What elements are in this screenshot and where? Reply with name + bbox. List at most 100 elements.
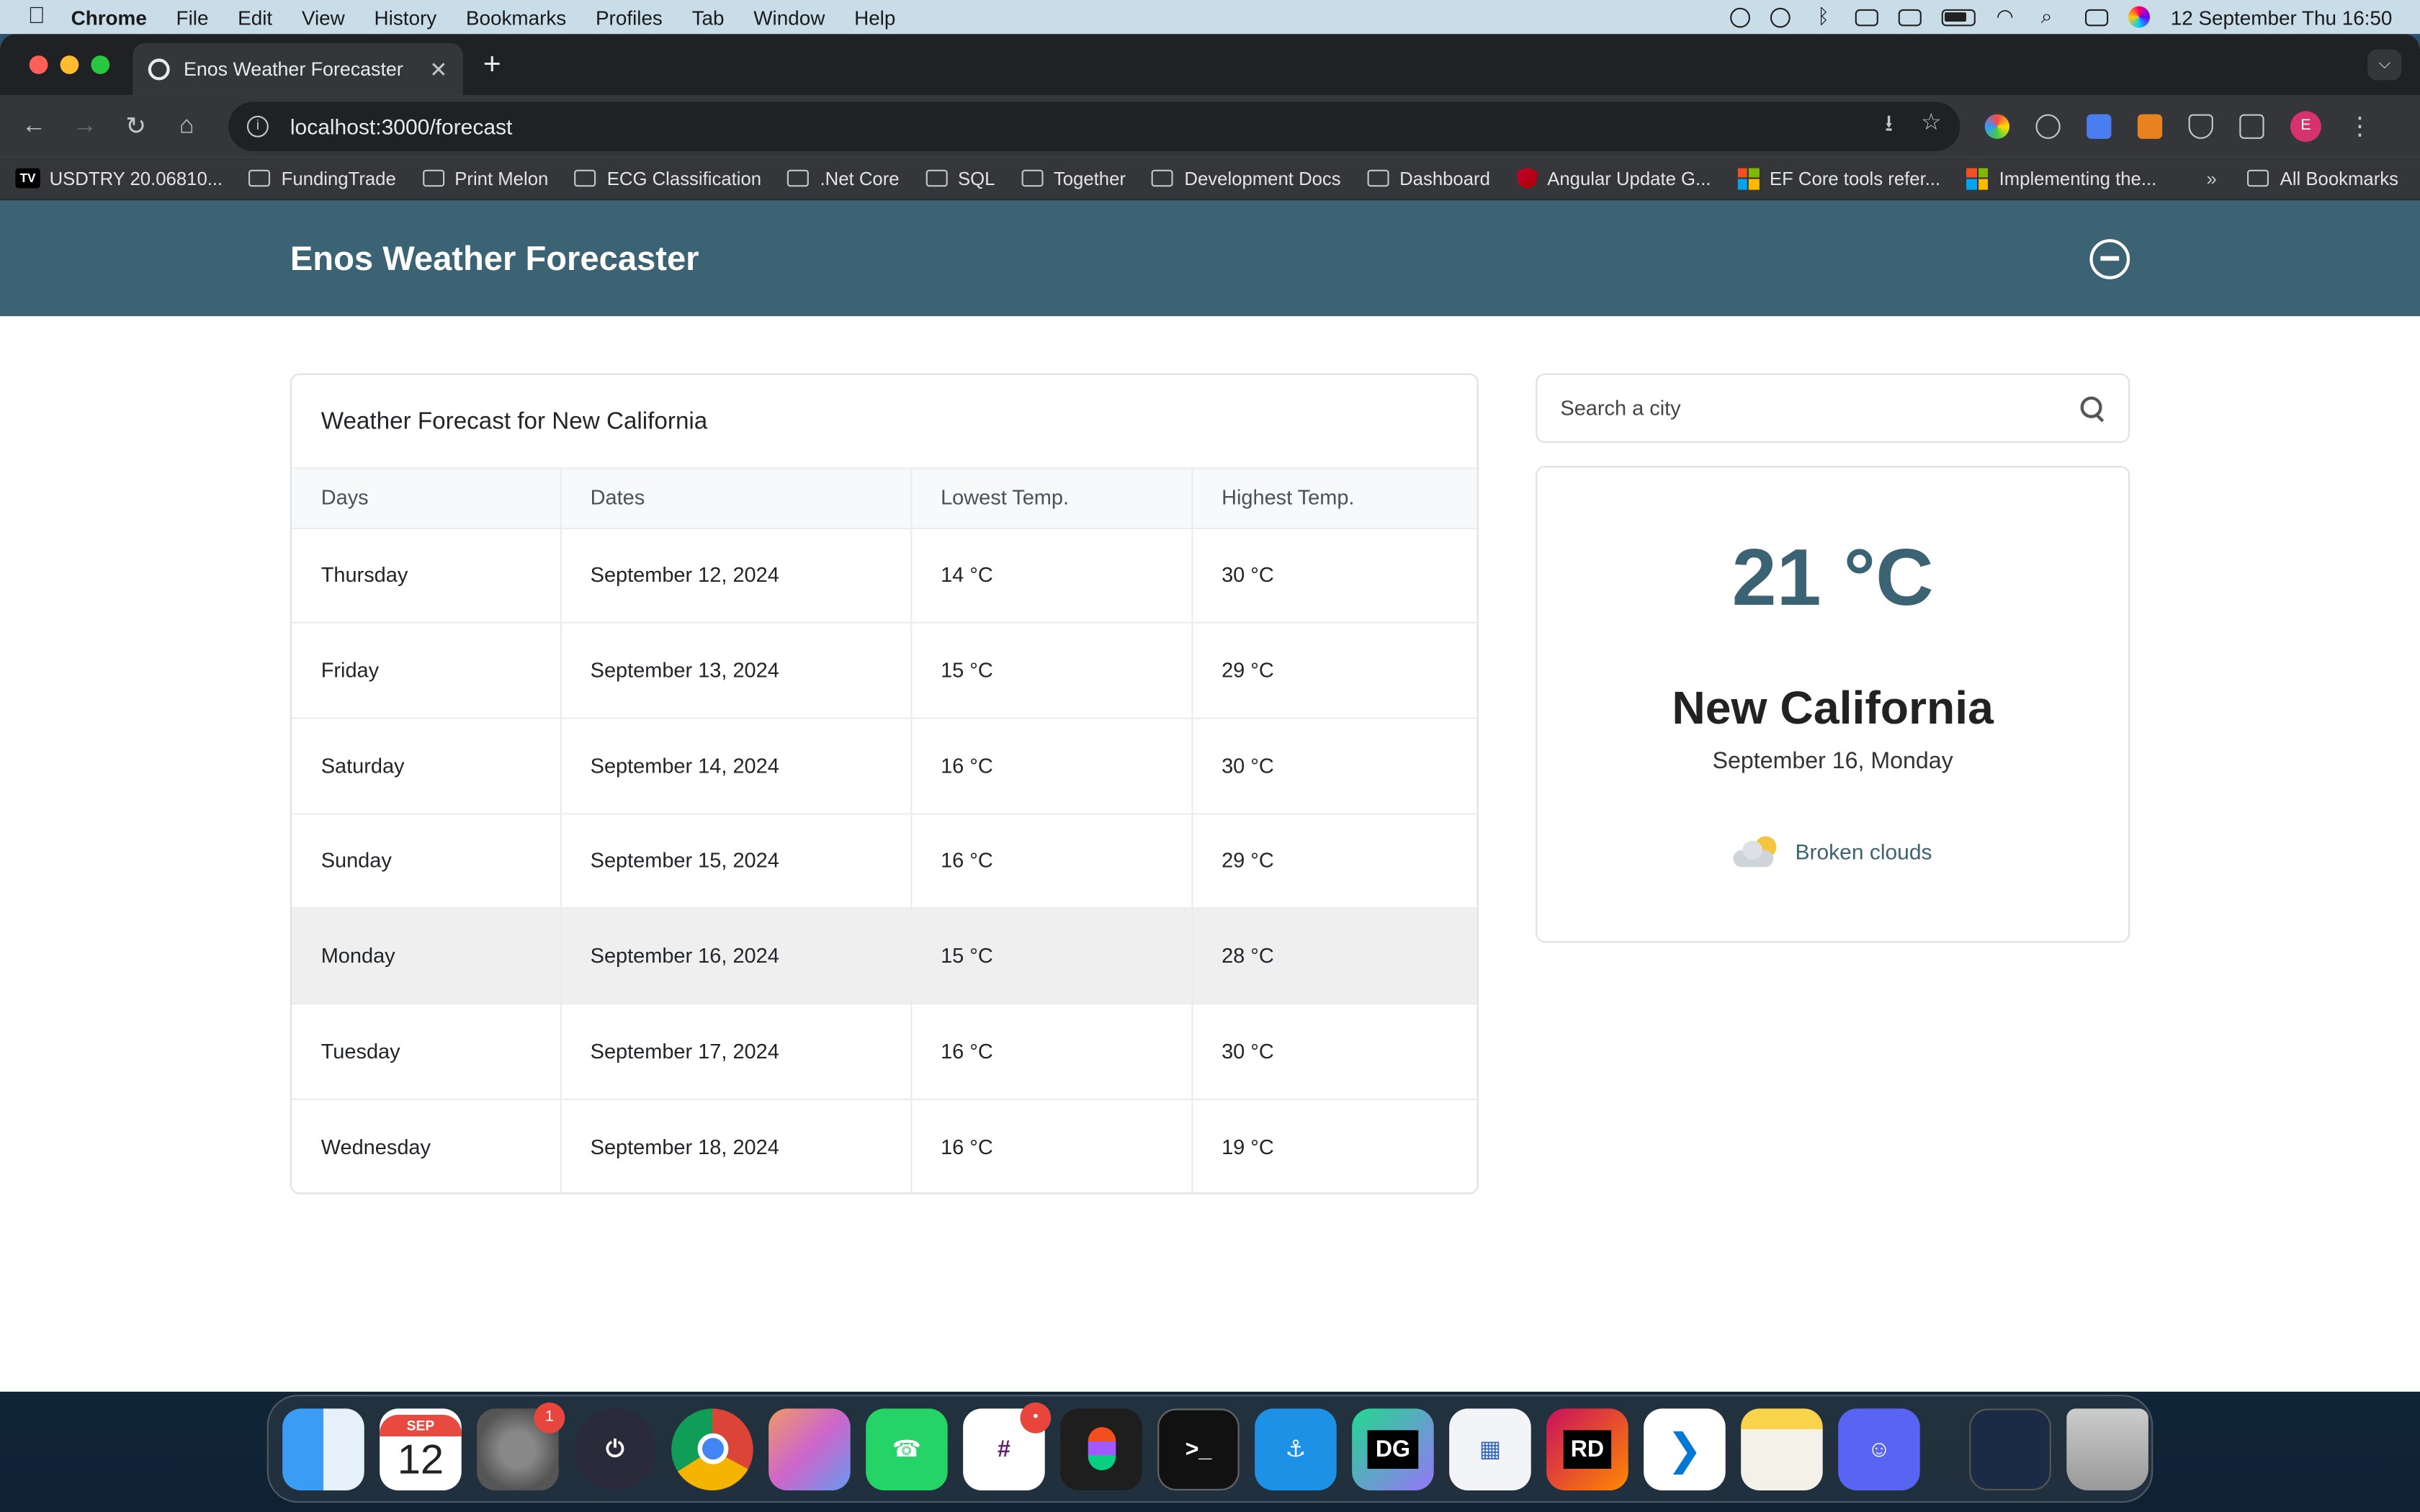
bookmark-folder[interactable]: SQL bbox=[926, 168, 995, 189]
color-picker-extension-icon[interactable] bbox=[1984, 114, 2009, 139]
back-arrow-icon[interactable]: ← bbox=[15, 112, 52, 140]
vscode-icon[interactable]: ❯ bbox=[1644, 1408, 1726, 1490]
power-status-icon[interactable] bbox=[1770, 6, 1791, 27]
address-bar[interactable]: i localhost:3000/forecast ⭳ ☆ bbox=[228, 102, 1960, 151]
minimize-window-button[interactable] bbox=[60, 55, 79, 74]
bookmark-label: ECG Classification bbox=[606, 167, 762, 189]
siri-icon[interactable] bbox=[2128, 6, 2151, 28]
menu-profiles[interactable]: Profiles bbox=[596, 6, 663, 29]
menu-edit[interactable]: Edit bbox=[238, 6, 272, 29]
keyboard-status-icon[interactable] bbox=[1855, 8, 1879, 26]
chrome-menu-icon[interactable]: ⋮ bbox=[2347, 111, 2372, 142]
menu-tab[interactable]: Tab bbox=[692, 6, 725, 29]
tab-close-icon[interactable]: ✕ bbox=[429, 56, 447, 82]
bookmark-item[interactable]: Implementing the... bbox=[1966, 167, 2156, 189]
table-row[interactable]: Wednesday September 18, 2024 16 °C 19 °C bbox=[292, 1098, 1477, 1193]
browser-tab-active[interactable]: Enos Weather Forecaster ✕ bbox=[133, 43, 463, 96]
search-input[interactable] bbox=[1560, 396, 2081, 420]
bookmark-star-icon[interactable]: ☆ bbox=[1921, 107, 1942, 146]
slack-icon[interactable]: # • bbox=[963, 1401, 1052, 1490]
enos-logo-icon[interactable] bbox=[2089, 238, 2130, 279]
bookmark-item[interactable]: EF Core tools refer... bbox=[1736, 167, 1940, 189]
shield-extension-icon[interactable] bbox=[2188, 114, 2213, 139]
launchpad-icon[interactable] bbox=[768, 1408, 851, 1490]
new-tab-button[interactable]: + bbox=[483, 48, 501, 83]
recent-window-thumbnail[interactable] bbox=[1969, 1408, 2051, 1490]
terminal-icon[interactable]: >_ bbox=[1157, 1408, 1240, 1490]
menu-app-name[interactable]: Chrome bbox=[71, 6, 147, 29]
rider-icon[interactable]: RD bbox=[1546, 1408, 1628, 1490]
whatsapp-icon[interactable]: ☎ bbox=[866, 1408, 948, 1490]
battery-icon[interactable] bbox=[1942, 8, 1976, 26]
tab-search-chevron-icon[interactable]: ⌵ bbox=[2367, 49, 2402, 81]
close-window-button[interactable] bbox=[29, 55, 48, 74]
spotlight-search-icon[interactable]: ⌕ bbox=[2041, 6, 2066, 28]
table-row[interactable]: Sunday September 15, 2024 16 °C 29 °C bbox=[292, 813, 1477, 909]
install-app-icon[interactable]: ⭳ bbox=[1885, 107, 1893, 146]
table-row[interactable]: Tuesday September 17, 2024 16 °C 30 °C bbox=[292, 1003, 1477, 1100]
bookmark-folder[interactable]: Development Docs bbox=[1152, 168, 1341, 189]
table-row[interactable]: Monday September 16, 2024 15 °C 28 °C bbox=[292, 908, 1477, 1004]
screen-mirror-icon[interactable] bbox=[1899, 8, 1922, 26]
menu-bookmarks[interactable]: Bookmarks bbox=[466, 6, 566, 29]
wifi-icon[interactable]: ◠ bbox=[1996, 6, 2021, 28]
system-settings-icon[interactable]: 1 bbox=[477, 1401, 565, 1490]
chrome-icon[interactable] bbox=[671, 1408, 753, 1490]
bookmarks-bar: TV USDTRY 20.06810... FundingTrade Print … bbox=[0, 157, 2420, 201]
bookmark-item[interactable]: TV USDTRY 20.06810... bbox=[15, 168, 223, 189]
bookmark-folder[interactable]: FundingTrade bbox=[248, 168, 396, 189]
power-app-icon[interactable]: ⏻ bbox=[574, 1408, 656, 1490]
forward-arrow-icon[interactable]: → bbox=[66, 112, 103, 140]
figma-icon[interactable] bbox=[1060, 1408, 1142, 1490]
highest-temp-cell: 30 °C bbox=[1191, 718, 1477, 814]
bookmark-folder[interactable]: ECG Classification bbox=[574, 167, 762, 189]
column-header-days: Days bbox=[292, 469, 560, 528]
table-row[interactable]: Thursday September 12, 2024 14 °C 30 °C bbox=[292, 527, 1477, 624]
table-row[interactable]: Saturday September 14, 2024 16 °C 30 °C bbox=[292, 718, 1477, 814]
menu-view[interactable]: View bbox=[302, 6, 345, 29]
bookmark-folder[interactable]: Together bbox=[1021, 168, 1126, 189]
apple-menu-icon[interactable]:  bbox=[28, 4, 50, 27]
control-center-icon[interactable] bbox=[2085, 8, 2110, 26]
bookmark-label: Together bbox=[1053, 167, 1126, 189]
bookmark-folder[interactable]: Print Melon bbox=[422, 168, 548, 189]
zoom-window-button[interactable] bbox=[91, 55, 110, 74]
bookmark-item[interactable]: Angular Update G... bbox=[1516, 167, 1711, 189]
lowest-temp-cell: 15 °C bbox=[910, 908, 1192, 1004]
finder-icon[interactable] bbox=[282, 1408, 364, 1490]
status-area: ᛒ ◠ ⌕ 12 September Thu 16:50 bbox=[1731, 6, 2392, 29]
search-icon[interactable] bbox=[2080, 395, 2105, 420]
bookmark-label: .Net Core bbox=[820, 167, 900, 189]
site-info-icon[interactable]: i bbox=[246, 115, 269, 138]
table-row[interactable]: Friday September 13, 2024 15 °C 29 °C bbox=[292, 623, 1477, 719]
notes-icon[interactable] bbox=[1741, 1408, 1823, 1490]
slack-badge: • bbox=[1020, 1401, 1052, 1433]
menubar-clock[interactable]: 12 September Thu 16:50 bbox=[2171, 6, 2393, 29]
more-bookmarks-chevron-icon[interactable]: » bbox=[2206, 168, 2216, 189]
metamask-extension-icon[interactable] bbox=[2137, 114, 2163, 139]
all-bookmarks-folder[interactable]: All Bookmarks bbox=[2247, 168, 2398, 189]
menu-window[interactable]: Window bbox=[753, 6, 825, 29]
tab-strip: Enos Weather Forecaster ✕ + ⌵ bbox=[0, 34, 2420, 96]
translate-extension-icon[interactable] bbox=[2087, 114, 2112, 139]
calendar-icon[interactable]: SEP 12 bbox=[380, 1408, 462, 1490]
menu-history[interactable]: History bbox=[375, 6, 437, 29]
bookmark-folder[interactable]: Dashboard bbox=[1367, 168, 1490, 189]
extensions-puzzle-icon[interactable] bbox=[2239, 114, 2264, 139]
database-app-icon[interactable]: ▦ bbox=[1449, 1408, 1531, 1490]
bluetooth-icon[interactable]: ᛒ bbox=[1811, 6, 1835, 28]
profile-avatar[interactable]: E bbox=[2290, 111, 2321, 143]
url-text[interactable]: localhost:3000/forecast bbox=[290, 114, 513, 139]
discord-icon[interactable]: ☺ bbox=[1838, 1408, 1920, 1490]
home-icon[interactable]: ⌂ bbox=[169, 112, 205, 140]
reload-icon[interactable]: ↻ bbox=[117, 111, 154, 142]
trash-icon[interactable] bbox=[2066, 1408, 2148, 1490]
datagrip-icon[interactable]: DG bbox=[1352, 1408, 1434, 1490]
docker-icon[interactable]: ⚓ bbox=[1255, 1408, 1337, 1490]
weather-status-icon[interactable] bbox=[1731, 6, 1751, 27]
menu-help[interactable]: Help bbox=[854, 6, 895, 29]
bookmark-folder[interactable]: .Net Core bbox=[787, 167, 900, 189]
compass-extension-icon[interactable] bbox=[2035, 114, 2061, 139]
day-cell: Saturday bbox=[292, 718, 560, 814]
menu-file[interactable]: File bbox=[176, 6, 209, 29]
